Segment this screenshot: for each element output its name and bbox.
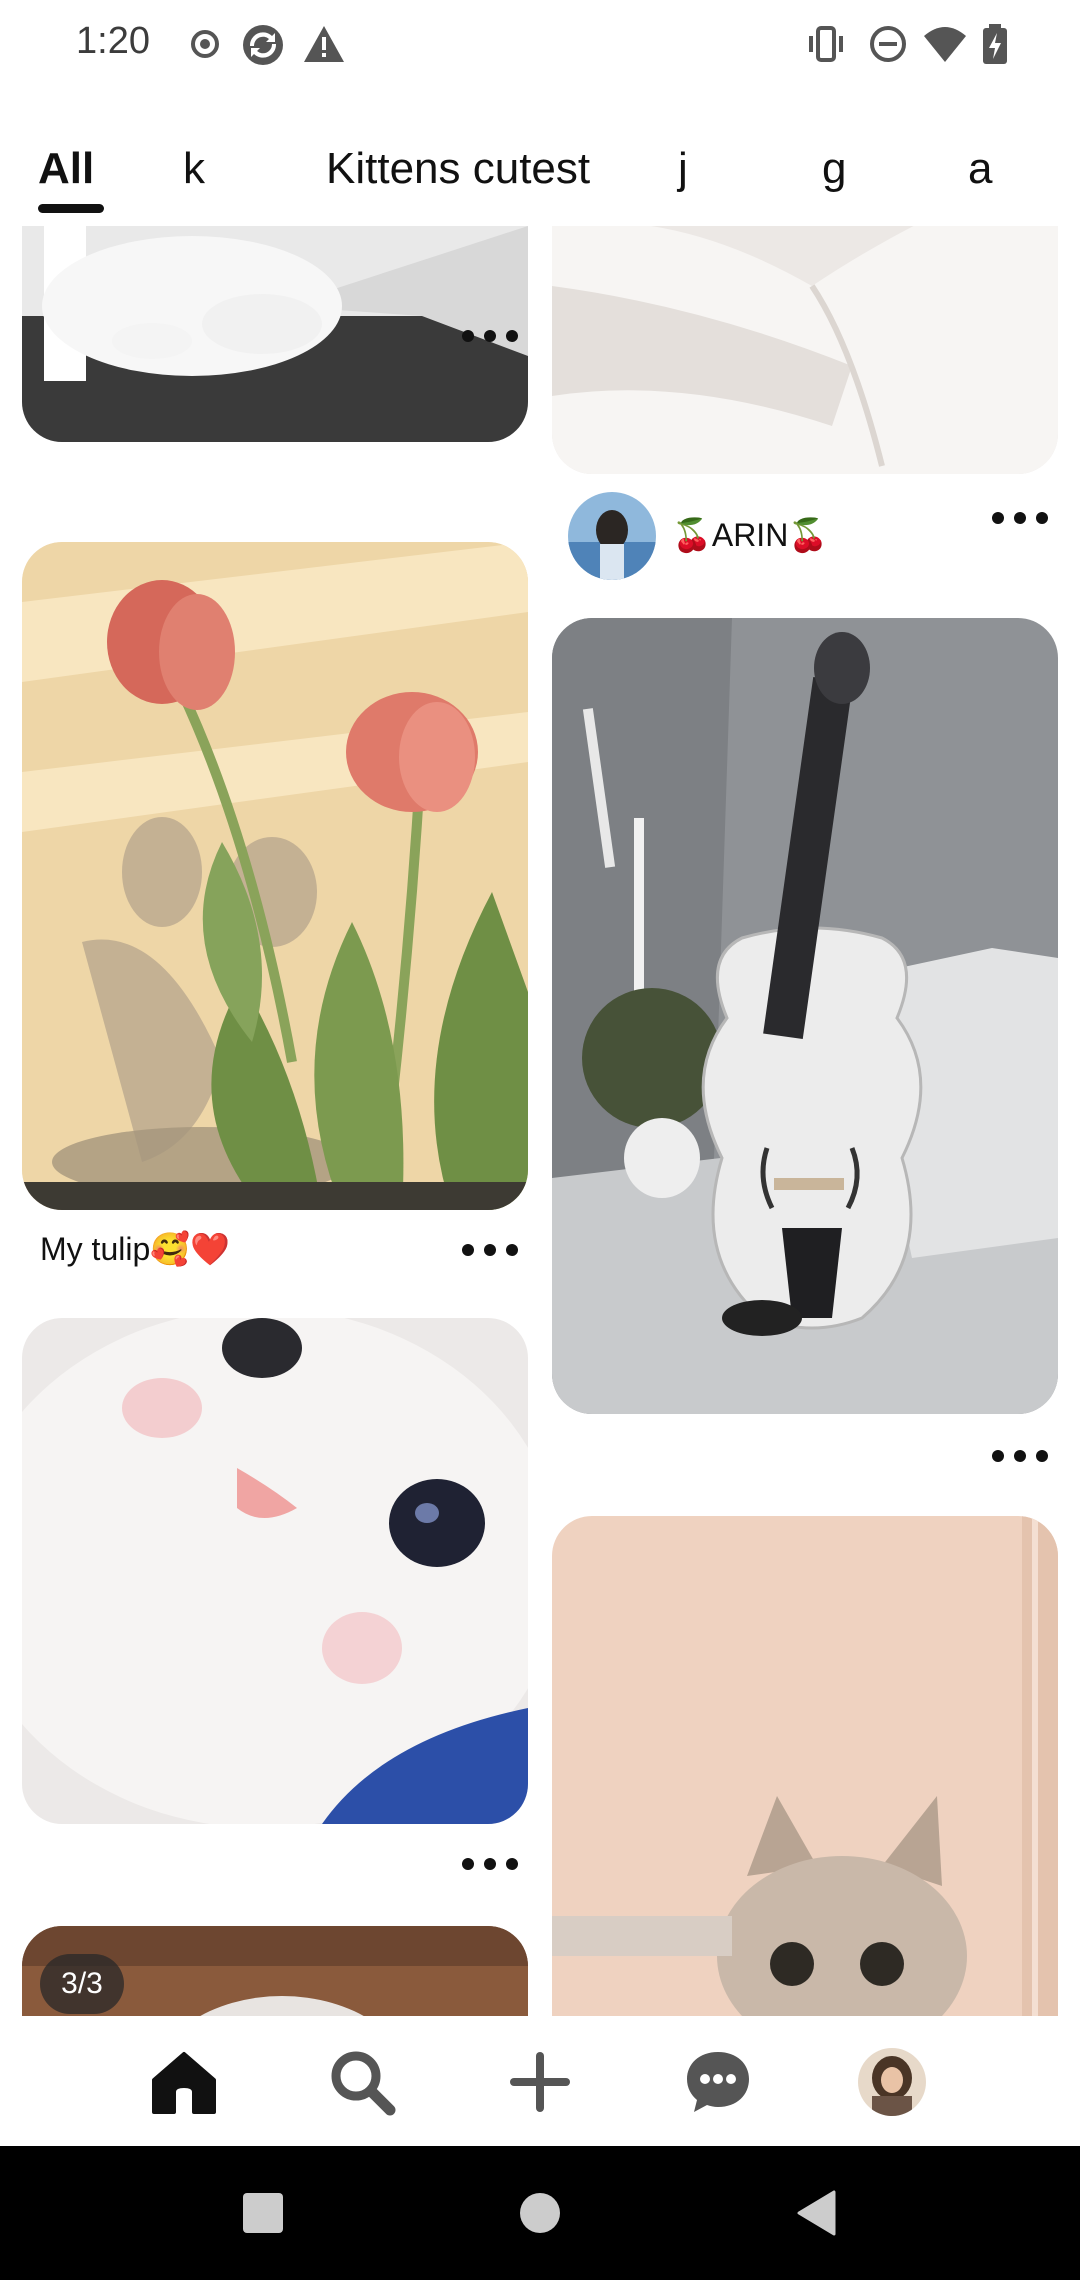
status-time: 1:20 [76, 20, 150, 62]
status-bar: 1:20 [0, 0, 1080, 88]
pin-more-button[interactable] [992, 1442, 1048, 1470]
create-icon[interactable] [504, 2046, 576, 2118]
tab-kittens-cutest[interactable]: Kittens cutest [326, 144, 590, 194]
pin-image-kitten-closeup[interactable] [22, 1318, 528, 1824]
image-count-badge: 3/3 [40, 1954, 124, 2014]
battery-charging-icon [983, 24, 1007, 64]
selected-tab-indicator [38, 204, 104, 213]
pin-more-button[interactable] [462, 322, 518, 350]
pin-author-name[interactable]: 🍒ARIN🍒 [672, 516, 828, 554]
board-tabs: All k Kittens cutest j g a [0, 130, 1080, 226]
profile-avatar[interactable] [858, 2048, 926, 2116]
pin-author-avatar[interactable] [568, 492, 656, 580]
tab-j[interactable]: j [678, 144, 688, 194]
pin-image-kitten-floor[interactable] [22, 226, 528, 442]
white-shirt-image [552, 226, 1058, 474]
violin-image [552, 618, 1058, 1414]
system-navigation-bar [0, 2146, 1080, 2280]
pin-image-tulips[interactable] [22, 542, 528, 1210]
tulips-image [22, 542, 528, 1210]
vibrate-icon [809, 26, 843, 62]
bottom-navigation [0, 2016, 1080, 2146]
tab-g[interactable]: g [822, 144, 846, 194]
pin-more-button[interactable] [992, 504, 1048, 532]
kitten-closeup-image [22, 1318, 528, 1824]
recents-button[interactable] [243, 2193, 283, 2233]
messages-icon[interactable] [682, 2046, 754, 2118]
profile-avatar-image [858, 2048, 926, 2116]
warning-icon [304, 26, 344, 62]
do-not-disturb-icon [870, 26, 906, 62]
wifi-icon [924, 27, 966, 62]
author-avatar-image [568, 492, 656, 580]
pin-more-button[interactable] [462, 1236, 518, 1264]
tab-all[interactable]: All [38, 144, 94, 194]
kitten-floor-image [22, 226, 528, 442]
sync-icon [243, 25, 283, 65]
record-icon [191, 30, 219, 58]
pin-more-button[interactable] [462, 1850, 518, 1878]
pin-feed[interactable]: My tulip🥰❤️ 3/3 🍒ARIN🍒 [0, 226, 1080, 2016]
search-icon[interactable] [326, 2046, 398, 2118]
kitten-peach-image [552, 1516, 1058, 2016]
home-button[interactable] [520, 2193, 560, 2233]
pin-image-white-shirt[interactable] [552, 226, 1058, 474]
pin-image-violin[interactable] [552, 618, 1058, 1414]
back-button[interactable] [796, 2190, 836, 2236]
tab-a[interactable]: a [968, 144, 992, 194]
home-icon[interactable] [148, 2046, 220, 2118]
tab-k[interactable]: k [183, 144, 205, 194]
pin-image-kitten-peach[interactable] [552, 1516, 1058, 2016]
pin-title: My tulip🥰❤️ [40, 1231, 230, 1267]
